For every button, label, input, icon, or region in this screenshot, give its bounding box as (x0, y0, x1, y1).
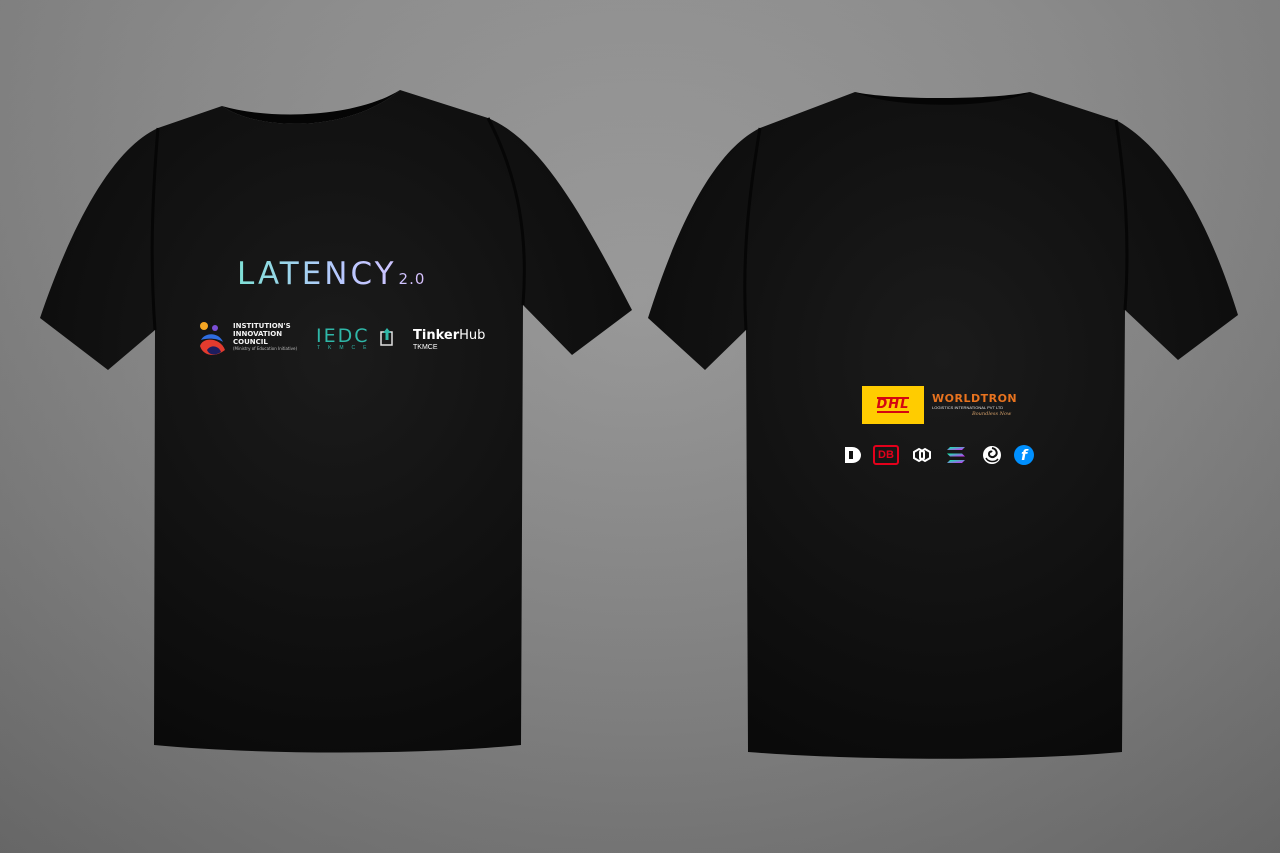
d-letter-logo-icon (845, 447, 861, 463)
dhl-text: DHL (876, 397, 910, 413)
worldtron-logo: WORLDTRON LOGISTICS INTERNATIONAL PVT LT… (932, 392, 1032, 422)
event-name: LATENCY (237, 256, 397, 292)
db-text: DB (873, 445, 899, 465)
worldtron-name: WORLDTRON (932, 392, 1018, 405)
tinkerhub-brand-regular: Hub (459, 328, 486, 343)
deutsche-bahn-logo-icon: DB (873, 444, 901, 466)
iedc-arrow-icon (380, 328, 393, 346)
event-version: 2.0 (398, 270, 426, 288)
iic-line-2: INNOVATION (233, 330, 283, 338)
solana-logo-icon (947, 447, 965, 463)
iic-subline: (Ministry of Education Initiative) (233, 346, 298, 351)
iedc-subtitle: TKMCE (317, 345, 375, 351)
iedc-logo: IEDC TKMCE (316, 326, 400, 356)
iic-line-1: INSTITUTION'S (233, 322, 291, 330)
institutions-innovation-council-logo: INSTITUTION'S INNOVATION COUNCIL (Minist… (197, 318, 297, 362)
tinkerhub-logo: TinkerHub TKMCE (413, 329, 485, 353)
tinkerhub-brand: TinkerHub (413, 329, 485, 343)
dhl-logo: DHL (862, 386, 924, 424)
front-tshirt (40, 90, 632, 753)
swirl-logo-icon (983, 446, 1001, 464)
event-title: LATENCY 2.0 (237, 256, 425, 296)
tshirts-illustration (40, 90, 1238, 759)
iic-line-3: COUNCIL (233, 338, 268, 346)
iedc-title: IEDC (316, 325, 370, 347)
worldtron-tagline: Boundless Now (972, 411, 1012, 417)
iic-mark-icon (200, 322, 225, 355)
filecoin-logo-icon: f (1014, 445, 1034, 465)
polygon-logo-icon (913, 447, 931, 463)
tinkerhub-subtitle: TKMCE (413, 344, 438, 351)
tinkerhub-brand-bold: Tinker (413, 328, 460, 343)
back-tshirt (648, 92, 1238, 759)
